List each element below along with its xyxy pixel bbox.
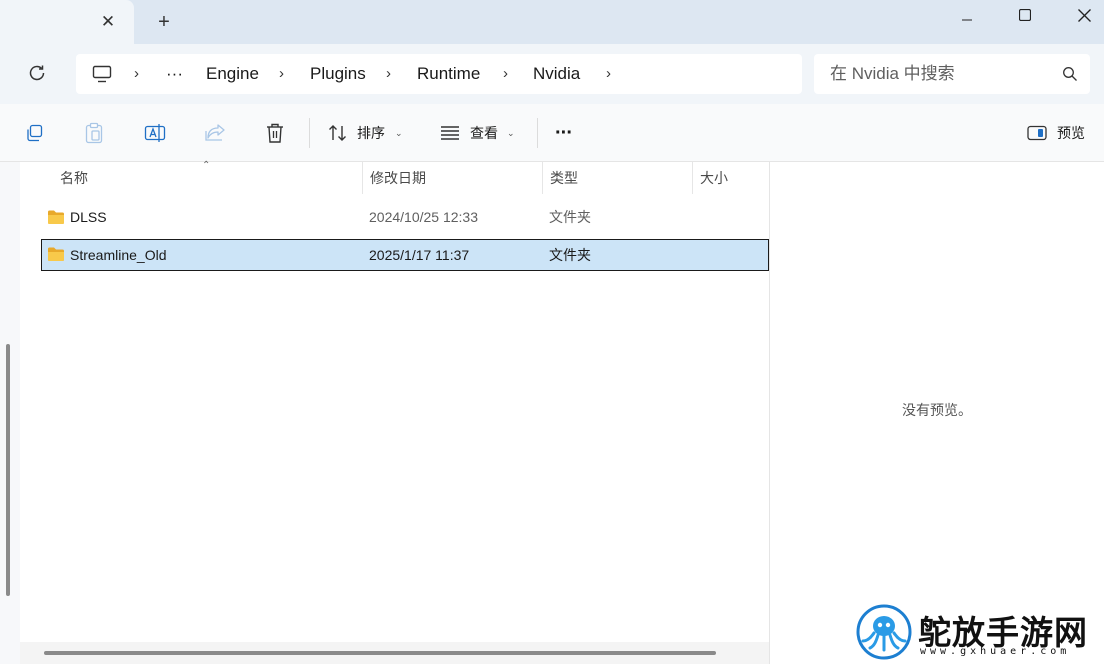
toolbar-divider <box>537 118 538 148</box>
octopus-logo-icon <box>856 604 912 660</box>
title-bar: ✕ + <box>0 0 1104 44</box>
breadcrumb-chevron[interactable]: › <box>134 54 139 94</box>
horizontal-scrollbar[interactable] <box>20 642 769 664</box>
breadcrumb-nvidia[interactable]: Nvidia <box>533 54 580 94</box>
close-window-button[interactable] <box>1061 0 1104 30</box>
navigation-bar: › ··· Engine › Plugins › Runtime › Nvidi… <box>0 44 1104 104</box>
file-row-streamline-old[interactable]: Streamline_Old 2025/1/17 11:37 文件夹 <box>41 239 769 271</box>
more-options-button[interactable]: ··· <box>555 104 573 162</box>
rename-button[interactable] <box>143 121 167 145</box>
toolbar-divider <box>309 118 310 148</box>
column-header-modified[interactable]: 修改日期 <box>370 162 426 194</box>
breadcrumb-runtime[interactable]: Runtime <box>417 54 480 94</box>
chevron-down-icon: ⌄ <box>395 128 403 138</box>
navigation-pane[interactable] <box>0 162 20 664</box>
site-watermark: 鸵放手游网 www.gxhuaer.com <box>856 604 1104 664</box>
share-button[interactable] <box>203 121 227 145</box>
rename-icon <box>144 124 166 142</box>
no-preview-message: 没有预览。 <box>902 402 972 418</box>
file-list[interactable]: ⌃ 名称 修改日期 类型 大小 DLSS 2024/10/25 12:33 文件… <box>20 160 769 664</box>
folder-icon <box>48 247 64 261</box>
copy-icon <box>27 124 43 142</box>
breadcrumb-chevron[interactable]: › <box>279 54 284 94</box>
sort-icon <box>329 125 346 141</box>
copy-button[interactable] <box>22 121 46 145</box>
command-bar: 排序 ⌄ 查看 ⌄ ··· 预览 <box>0 104 1104 162</box>
folder-icon <box>48 210 64 224</box>
sort-ascending-icon: ⌃ <box>202 160 211 171</box>
preview-label: 预览 <box>1057 125 1085 141</box>
paste-button[interactable] <box>82 121 106 145</box>
breadcrumb-engine[interactable]: Engine <box>206 54 259 94</box>
watermark-url: www.gxhuaer.com <box>920 646 1071 657</box>
tab-close-icon[interactable]: ✕ <box>98 12 118 32</box>
file-name: DLSS <box>70 209 107 225</box>
column-divider[interactable] <box>542 162 543 194</box>
minimize-icon <box>962 19 972 21</box>
this-pc-icon[interactable] <box>92 65 112 83</box>
file-modified: 2024/10/25 12:33 <box>369 209 478 225</box>
horizontal-scroll-thumb[interactable] <box>44 651 716 655</box>
search-box[interactable]: 在 Nvidia 中搜索 <box>814 54 1090 94</box>
close-icon <box>1077 8 1091 22</box>
breadcrumb-chevron[interactable]: › <box>503 54 508 94</box>
breadcrumb-chevron[interactable]: › <box>386 54 391 94</box>
column-header-type[interactable]: 类型 <box>550 162 578 194</box>
breadcrumb-plugins[interactable]: Plugins <box>310 54 366 94</box>
active-tab[interactable]: ✕ <box>0 0 134 44</box>
content-area: ⌃ 名称 修改日期 类型 大小 DLSS 2024/10/25 12:33 文件… <box>0 160 1104 664</box>
vertical-scrollbar[interactable] <box>6 344 10 596</box>
breadcrumb-overflow[interactable]: ··· <box>166 54 183 94</box>
new-tab-icon[interactable]: + <box>154 12 174 32</box>
maximize-button[interactable] <box>1002 0 1048 30</box>
preview-pane: 没有预览。 <box>770 162 1104 664</box>
column-divider[interactable] <box>692 162 693 194</box>
file-name: Streamline_Old <box>70 247 167 263</box>
column-header-name[interactable]: 名称 <box>60 162 88 194</box>
trash-icon <box>267 123 283 143</box>
search-icon[interactable] <box>1062 66 1078 82</box>
address-bar[interactable]: › ··· Engine › Plugins › Runtime › Nvidi… <box>76 54 802 94</box>
preview-pane-icon <box>1027 125 1047 141</box>
search-input[interactable]: 在 Nvidia 中搜索 <box>830 54 955 94</box>
chevron-down-icon: ⌄ <box>507 128 515 138</box>
share-icon <box>205 124 225 141</box>
sort-label: 排序 <box>357 125 385 141</box>
delete-button[interactable] <box>263 121 287 145</box>
file-type: 文件夹 <box>549 247 591 263</box>
view-icon <box>441 126 459 140</box>
file-row-dlss[interactable]: DLSS 2024/10/25 12:33 文件夹 <box>41 202 769 234</box>
maximize-icon <box>1019 9 1031 21</box>
column-header-size[interactable]: 大小 <box>700 162 728 194</box>
refresh-icon[interactable] <box>26 62 48 84</box>
minimize-button[interactable] <box>944 0 990 30</box>
column-divider[interactable] <box>362 162 363 194</box>
view-label: 查看 <box>470 125 498 141</box>
breadcrumb-chevron[interactable]: › <box>606 54 611 94</box>
file-type: 文件夹 <box>549 209 591 225</box>
file-modified: 2025/1/17 11:37 <box>369 247 470 263</box>
paste-icon <box>85 122 103 144</box>
